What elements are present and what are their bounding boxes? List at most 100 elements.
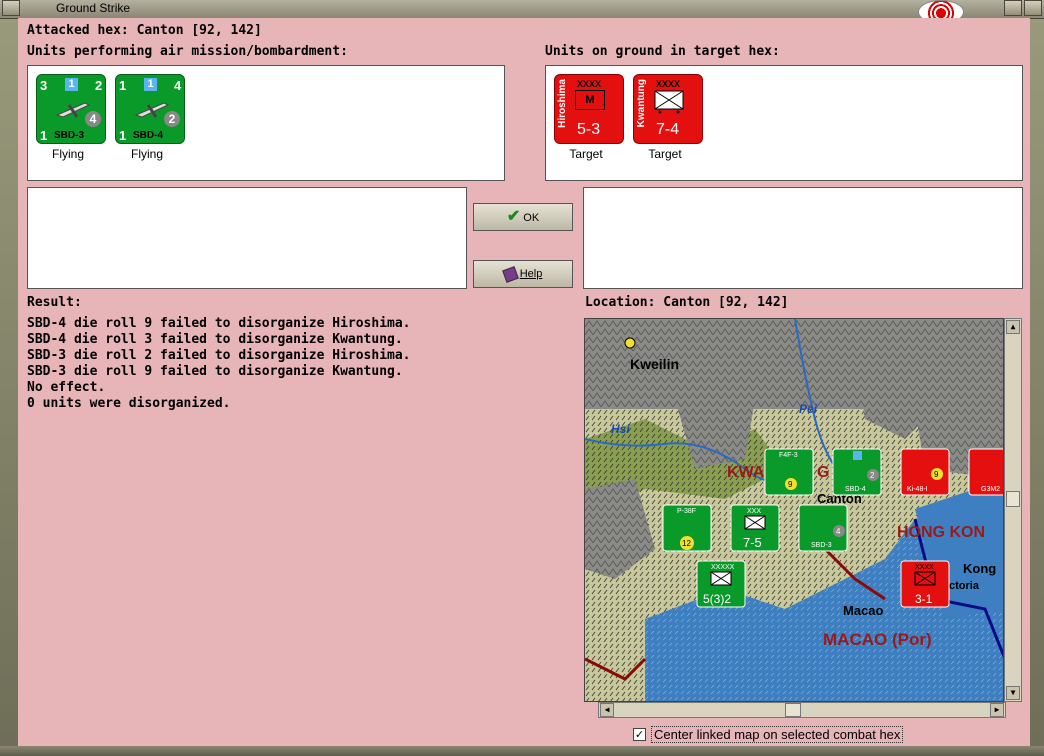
- checkmark-icon: ✔: [506, 208, 521, 225]
- minimize-button[interactable]: [1004, 0, 1022, 16]
- unit-name: SBD-4: [133, 130, 164, 141]
- bottom-frame: [0, 746, 1044, 756]
- scroll-thumb[interactable]: [785, 703, 801, 717]
- result-line: No effect.: [27, 380, 106, 395]
- map-label-kwang-end: G: [817, 464, 829, 481]
- map-unit-value: 2: [870, 471, 875, 480]
- result-line: SBD-4 die roll 9 failed to disorganize H…: [27, 316, 411, 331]
- map-unit-counter[interactable]: F4F-3 9: [764, 448, 814, 496]
- system-menu-button[interactable]: [2, 0, 20, 16]
- defender-info-box: [583, 187, 1023, 289]
- map-unit-name: SBD-3: [811, 542, 832, 549]
- map-unit-counter[interactable]: XXXXX 5(3)2: [696, 560, 746, 608]
- map-unit-counter[interactable]: XXX 7-5: [730, 504, 780, 552]
- scroll-left-icon[interactable]: ◀: [600, 703, 614, 717]
- scroll-right-icon[interactable]: ▶: [990, 703, 1004, 717]
- map-unit-name: F4F-3: [779, 452, 798, 459]
- map-label-kweilin: Kweilin: [630, 356, 679, 372]
- map-unit-counter[interactable]: SBD-4 2: [832, 448, 882, 496]
- map-horizontal-scrollbar[interactable]: ◀ ▶: [598, 702, 1006, 718]
- unit-stat: 4: [174, 78, 182, 93]
- map-unit-name: Ki-48-I: [907, 486, 928, 493]
- map-terrain: Kweilin Pei Hsi KWA G Canton HONG KON Ko…: [585, 319, 1004, 701]
- attacked-hex-label: Attacked hex: Canton [92, 142]: [27, 23, 262, 38]
- center-map-label[interactable]: Center linked map on selected combat hex: [651, 726, 904, 743]
- map-vertical-scrollbar[interactable]: ▲ ▼: [1004, 318, 1022, 702]
- unit-badge: 1: [65, 78, 78, 91]
- ok-label: OK: [523, 212, 540, 224]
- map-unit-name: P-38F: [677, 508, 696, 515]
- help-label: Help: [519, 268, 543, 280]
- air-unit-counter[interactable]: 3 1 2 4 1 SBD-3: [36, 74, 106, 144]
- map-unit-counter[interactable]: XXXX 3-1: [900, 560, 950, 608]
- air-unit-counter[interactable]: 1 1 4 2 1 SBD-4: [115, 74, 185, 144]
- map-unit-name: XXX: [747, 508, 761, 515]
- result-line: SBD-3 die roll 9 failed to disorganize K…: [27, 364, 403, 379]
- map-label-victoria: ctoria: [949, 580, 980, 592]
- map-unit-counter[interactable]: SBD-3 4: [798, 504, 848, 552]
- map-label-macao-region: MACAO (Por): [823, 630, 932, 649]
- center-map-checkbox[interactable]: ✓: [633, 728, 646, 741]
- map-unit-name: XXXX: [915, 564, 934, 571]
- ok-button[interactable]: ✔ OK: [473, 203, 573, 231]
- strength-circle: 4: [85, 111, 101, 127]
- window-title: Ground Strike: [56, 1, 131, 15]
- result-label: Result:: [27, 295, 82, 310]
- close-button[interactable]: [1024, 0, 1042, 16]
- location-map[interactable]: Kweilin Pei Hsi KWA G Canton HONG KON Ko…: [584, 318, 1004, 702]
- unit-name: SBD-3: [54, 130, 85, 141]
- unit-status: Flying: [130, 147, 163, 161]
- unit-status: Target: [648, 147, 682, 161]
- map-unit-counter[interactable]: Ki-48-I 9: [900, 448, 950, 496]
- result-line: 0 units were disorganized.: [27, 396, 231, 411]
- help-button[interactable]: Help: [473, 260, 573, 288]
- attacker-info-box: [27, 187, 467, 289]
- unit-name: Hiroshima: [557, 79, 568, 128]
- map-unit-value: 9: [788, 480, 793, 489]
- map-unit-value: 4: [836, 527, 841, 536]
- unit-name: Kwantung: [636, 79, 647, 128]
- scroll-thumb[interactable]: [1006, 491, 1020, 507]
- map-unit-name: G3M2: [981, 486, 1000, 493]
- unit-size: XXXX: [656, 79, 681, 89]
- air-units-label: Units performing air mission/bombardment…: [27, 44, 348, 59]
- unit-stat: 1: [119, 128, 127, 143]
- scroll-up-icon[interactable]: ▲: [1006, 320, 1020, 334]
- map-label-hong-kong-region: HONG KON: [897, 524, 985, 541]
- map-unit-counter[interactable]: G3M2: [968, 448, 1004, 496]
- title-bar: Ground Strike: [0, 0, 1044, 19]
- result-line: SBD-3 die roll 2 failed to disorganize H…: [27, 348, 411, 363]
- unit-badge: 1: [144, 78, 157, 91]
- scroll-down-icon[interactable]: ▼: [1006, 686, 1020, 700]
- unit-stat: 1: [40, 128, 48, 143]
- unit-rating: 7-4: [656, 121, 680, 138]
- unit-size: XXXX: [577, 79, 602, 89]
- unit-stat: 3: [40, 78, 48, 93]
- ground-unit-counter[interactable]: Kwantung XXXX 7-4: [633, 74, 703, 144]
- ground-units-label: Units on ground in target hex:: [545, 44, 780, 59]
- unit-stat: 1: [119, 78, 127, 93]
- infantry-icon: [654, 90, 684, 114]
- map-unit-name: SBD-4: [845, 486, 866, 493]
- map-label-pei: Pei: [799, 402, 818, 416]
- map-label-kwang: KWA: [727, 464, 765, 481]
- map-unit-name: XXXXX: [711, 564, 735, 571]
- unit-rating: 5-3: [577, 121, 601, 138]
- location-label: Location: Canton [92, 142]: [585, 295, 789, 310]
- unit-type-symbol: M: [585, 94, 595, 106]
- map-unit-value: 7-5: [743, 535, 762, 550]
- map-unit-counter[interactable]: P-38F 12: [662, 504, 712, 552]
- map-unit-value: 12: [682, 539, 691, 548]
- map-label-hsi: Hsi: [611, 422, 630, 436]
- unit-stat: 2: [95, 78, 103, 93]
- result-text: SBD-4 die roll 9 failed to disorganize H…: [27, 316, 411, 412]
- map-label-macao-city: Macao: [843, 603, 884, 618]
- unit-type-icon: M: [575, 90, 605, 110]
- map-label-hong-kong-city: Kong: [963, 561, 996, 576]
- book-icon: [501, 265, 519, 283]
- map-unit-value: 3-1: [915, 592, 933, 606]
- unit-status: Target: [569, 147, 603, 161]
- unit-status: Flying: [51, 147, 84, 161]
- ground-unit-counter[interactable]: Hiroshima XXXX M 5-3: [554, 74, 624, 144]
- result-line: SBD-4 die roll 3 failed to disorganize K…: [27, 332, 403, 347]
